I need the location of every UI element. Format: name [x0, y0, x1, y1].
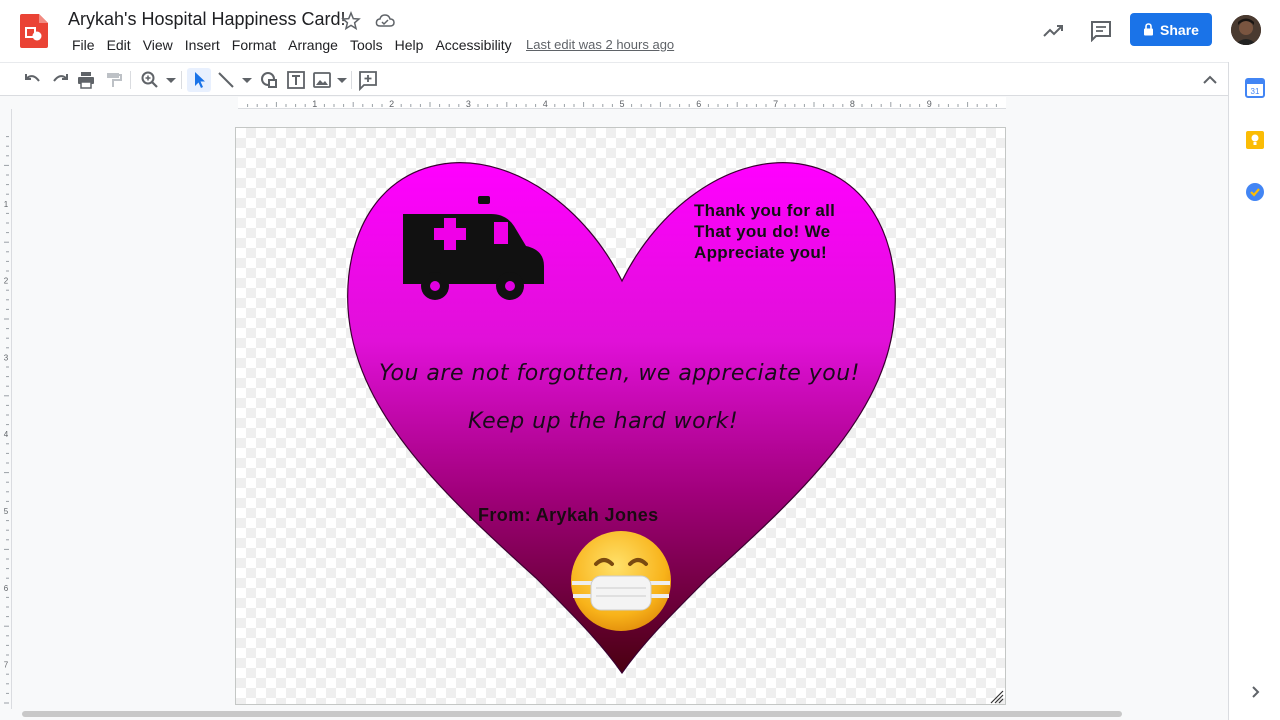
- ruler-label: 8: [850, 99, 855, 109]
- toolbar: [0, 62, 1228, 96]
- face-with-mask-emoji: [571, 531, 671, 631]
- account-avatar[interactable]: [1231, 15, 1261, 45]
- expand-panel-icon[interactable]: [1245, 682, 1265, 702]
- resize-handle-icon[interactable]: [990, 690, 1004, 704]
- star-icon[interactable]: [341, 11, 361, 31]
- menu-file[interactable]: File: [66, 36, 101, 54]
- horizontal-ruler: 1 2 3 4 5 6 7 8 9: [238, 97, 1006, 109]
- shape-icon[interactable]: [258, 69, 280, 91]
- toolbar-divider: [351, 71, 352, 89]
- print-icon[interactable]: [75, 69, 97, 91]
- ruler-label: 6: [4, 584, 9, 593]
- drawing-page[interactable]: Thank you for all That you do! We Apprec…: [235, 127, 1006, 705]
- share-button[interactable]: Share: [1130, 13, 1212, 46]
- ruler-label: 5: [4, 507, 9, 516]
- ruler-label: 3: [4, 353, 9, 362]
- menu-bar: File Edit View Insert Format Arrange Too…: [66, 36, 518, 54]
- menu-tools[interactable]: Tools: [344, 36, 389, 54]
- user-photo-icon: [1231, 15, 1261, 45]
- svg-text:31: 31: [1251, 87, 1260, 96]
- tasks-icon[interactable]: [1245, 182, 1265, 202]
- ruler-label: 9: [927, 99, 932, 109]
- menu-help[interactable]: Help: [389, 36, 430, 54]
- thanks-line: Thank you for all: [694, 201, 836, 220]
- side-panel: 31: [1228, 62, 1280, 720]
- ruler-label: 2: [389, 99, 394, 109]
- select-tool-button[interactable]: [187, 68, 211, 92]
- thanks-line: That you do! We: [694, 222, 831, 241]
- ruler-ticks-vertical: 1 2 3 4 5 6 7: [4, 136, 9, 704]
- zoom-icon[interactable]: [139, 69, 161, 91]
- textbox-icon[interactable]: [285, 69, 307, 91]
- ruler-label: 3: [466, 99, 471, 109]
- menu-accessibility[interactable]: Accessibility: [429, 36, 517, 54]
- menu-format[interactable]: Format: [226, 36, 282, 54]
- message-line-1[interactable]: You are not forgotten, we appreciate you…: [379, 361, 860, 386]
- ruler-label: 2: [4, 277, 9, 286]
- ruler-label: 4: [4, 430, 9, 439]
- paint-format-icon[interactable]: [102, 69, 124, 91]
- scrollbar-thumb[interactable]: [22, 711, 1122, 717]
- toolbar-divider: [181, 71, 182, 89]
- menu-arrange[interactable]: Arrange: [282, 36, 344, 54]
- line-icon[interactable]: [215, 69, 237, 91]
- ruler-label: 6: [696, 99, 701, 109]
- document-title[interactable]: Arykah's Hospital Happiness Card!: [68, 9, 346, 30]
- ruler-label: 7: [773, 99, 778, 109]
- vertical-ruler: 1 2 3 4 5 6 7: [0, 109, 12, 709]
- drawing-canvas[interactable]: Thank you for all That you do! We Apprec…: [12, 109, 1228, 708]
- ruler-label: 1: [4, 200, 9, 209]
- collapse-toolbar-icon[interactable]: [1199, 69, 1221, 91]
- comment-history-icon[interactable]: [1089, 20, 1113, 42]
- ruler-label: 7: [4, 661, 9, 670]
- thanks-line: Appreciate you!: [694, 243, 827, 262]
- calendar-icon[interactable]: 31: [1245, 78, 1265, 98]
- line-dropdown-icon[interactable]: [236, 69, 258, 91]
- toolbar-divider: [130, 71, 131, 89]
- message-line-2[interactable]: Keep up the hard work!: [468, 409, 738, 434]
- menu-insert[interactable]: Insert: [179, 36, 226, 54]
- comment-add-icon[interactable]: [357, 69, 379, 91]
- last-edit-link[interactable]: Last edit was 2 hours ago: [526, 37, 674, 52]
- image-icon[interactable]: [311, 69, 333, 91]
- ruler-label: 1: [312, 99, 317, 109]
- redo-icon[interactable]: [49, 69, 71, 91]
- undo-icon[interactable]: [22, 69, 44, 91]
- share-label: Share: [1160, 21, 1199, 38]
- zoom-dropdown-icon[interactable]: [160, 69, 182, 91]
- menu-view[interactable]: View: [137, 36, 179, 54]
- drawings-logo-icon[interactable]: [20, 14, 48, 48]
- from-signature[interactable]: From: Arykah Jones: [478, 505, 659, 526]
- lock-icon: [1144, 23, 1154, 36]
- activity-trend-icon[interactable]: [1041, 20, 1065, 42]
- keep-icon[interactable]: [1245, 130, 1265, 150]
- top-bar: Arykah's Hospital Happiness Card! File E…: [0, 0, 1280, 62]
- cloud-saved-icon[interactable]: [375, 11, 395, 31]
- thanks-text[interactable]: Thank you for all That you do! We Apprec…: [694, 200, 835, 263]
- menu-edit[interactable]: Edit: [101, 36, 137, 54]
- ruler-label: 5: [619, 99, 624, 109]
- select-icon: [195, 72, 205, 88]
- ruler-label: 4: [543, 99, 548, 109]
- horizontal-scrollbar[interactable]: [20, 708, 1220, 720]
- image-dropdown-icon[interactable]: [331, 69, 353, 91]
